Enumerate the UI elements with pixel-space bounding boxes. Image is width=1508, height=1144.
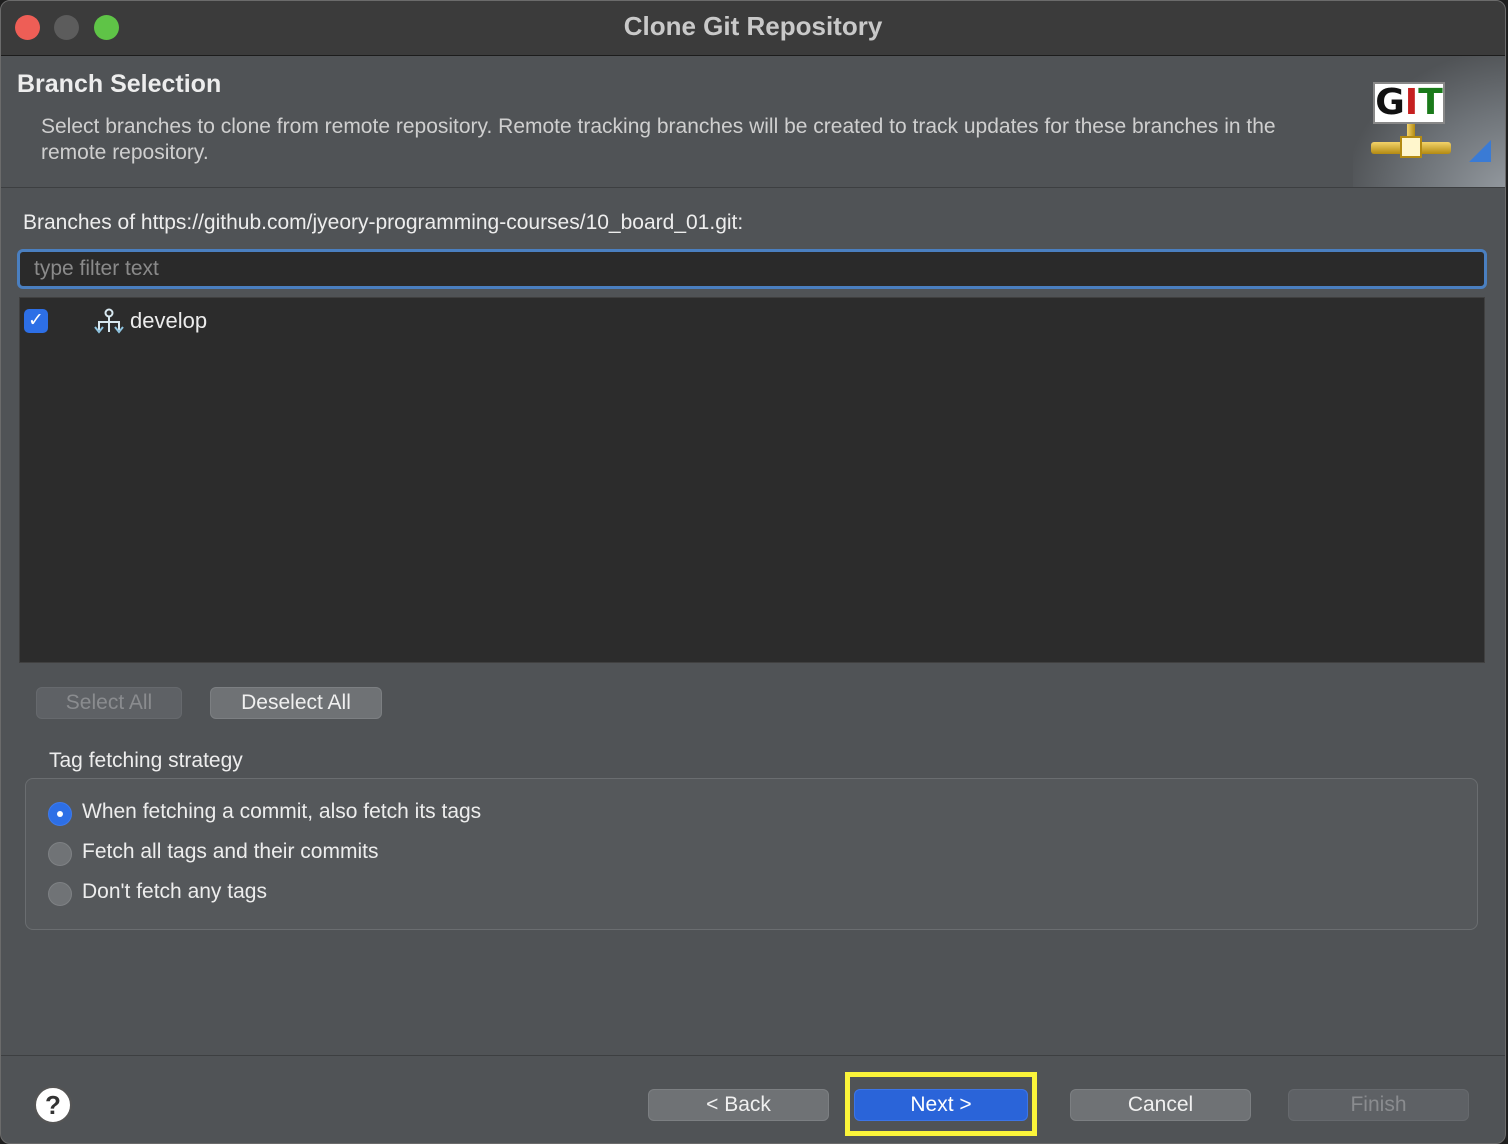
git-logo: GIT <box>1373 82 1445 124</box>
clone-git-repository-dialog: Clone Git Repository Branch Selection Se… <box>0 0 1506 1144</box>
branch-name: develop <box>130 308 208 333</box>
radio-button[interactable] <box>48 882 72 906</box>
wizard-corner-icon <box>1469 140 1491 162</box>
git-banner: GIT <box>1353 56 1505 187</box>
radio-label: Fetch all tags and their commits <box>82 840 379 863</box>
filter-input[interactable] <box>17 249 1487 289</box>
branches-label: Branches of https://github.com/jyeory-pr… <box>23 211 744 234</box>
branch-icon <box>94 308 124 334</box>
footer-divider <box>1 1055 1505 1056</box>
page-description: Select branches to clone from remote rep… <box>41 115 1276 164</box>
next-button-highlight <box>845 1072 1037 1136</box>
radio-label: When fetching a commit, also fetch its t… <box>82 800 482 823</box>
title-bar: Clone Git Repository <box>1 1 1505 56</box>
help-icon[interactable]: ? <box>34 1086 72 1124</box>
branch-checkbox[interactable]: ✓ <box>24 309 48 333</box>
tag-fetching-label: Tag fetching strategy <box>49 749 243 772</box>
back-button[interactable]: < Back <box>648 1089 829 1121</box>
page-title: Branch Selection <box>17 70 222 98</box>
branch-list[interactable]: ✓ develop <box>19 297 1485 663</box>
pipe-junction-icon <box>1400 136 1422 158</box>
wizard-header: Branch Selection Select branches to clon… <box>1 56 1505 188</box>
tag-fetching-group: When fetching a commit, also fetch its t… <box>25 778 1478 930</box>
select-all-button[interactable]: Select All <box>36 687 182 719</box>
deselect-all-button[interactable]: Deselect All <box>210 687 382 719</box>
finish-button[interactable]: Finish <box>1288 1089 1469 1121</box>
radio-button[interactable] <box>48 802 72 826</box>
radio-label: Don't fetch any tags <box>82 880 267 903</box>
radio-button[interactable] <box>48 842 72 866</box>
cancel-button[interactable]: Cancel <box>1070 1089 1251 1121</box>
branch-row[interactable]: ✓ develop <box>20 306 1484 338</box>
window-title: Clone Git Repository <box>623 11 883 41</box>
